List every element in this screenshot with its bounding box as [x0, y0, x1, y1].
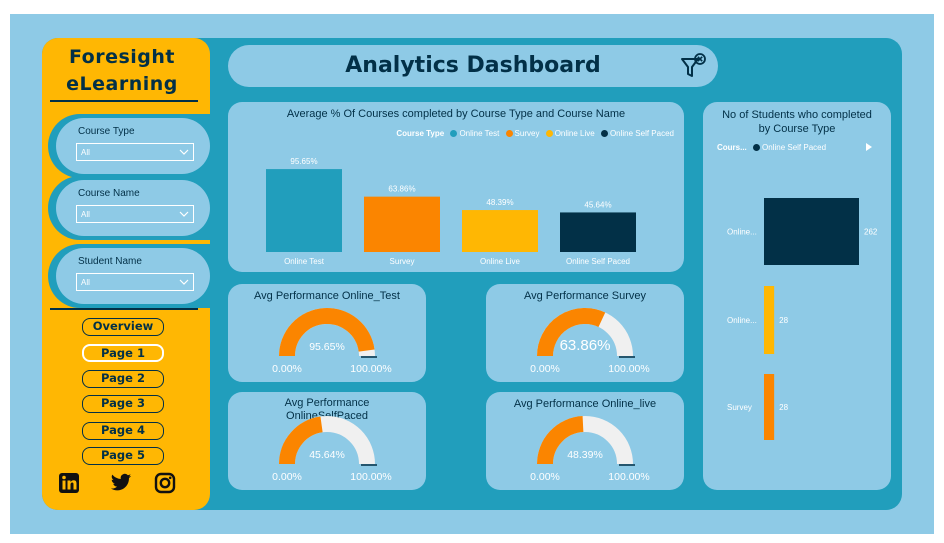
chevron-down-icon — [179, 279, 189, 285]
slicer-label: Student Name — [78, 256, 142, 267]
nav-button-page-5[interactable]: Page 5 — [82, 447, 164, 465]
bar — [764, 286, 775, 354]
students-chart-plot: Online... 262 Online... 28 Survey 28 — [727, 198, 878, 440]
gauge-value-label: 63.86% — [560, 337, 611, 354]
gauge-value-label: 48.39% — [567, 449, 603, 461]
gauge-max-label: 100.00% — [350, 363, 391, 375]
slicer-label: Course Type — [78, 126, 135, 137]
slicer-label: Course Name — [78, 188, 140, 199]
nav-button-page-3[interactable]: Page 3 — [82, 395, 164, 413]
dropdown-value: All — [81, 278, 90, 287]
gauge-max-label: 100.00% — [608, 363, 649, 375]
slicer-course-type: Course Type All — [56, 118, 210, 174]
gauge-max-label: 100.00% — [608, 471, 649, 483]
gauge-min-label: 0.00% — [530, 471, 560, 483]
gauge-value-label: 95.65% — [309, 341, 345, 353]
bar-value-label: 45.64% — [584, 200, 611, 209]
nav-button-page-1[interactable]: Page 1 — [82, 344, 164, 362]
bar-value-label: 28 — [779, 403, 788, 412]
nav-button-overview[interactable]: Overview — [82, 318, 164, 336]
nav-button-page-2[interactable]: Page 2 — [82, 370, 164, 388]
bar-value-label: 95.65% — [290, 157, 317, 166]
bar — [764, 198, 859, 265]
y-tick-label: Online... — [727, 228, 757, 237]
gauge-min-label: 0.00% — [530, 363, 560, 375]
x-tick-label: Survey — [390, 257, 415, 266]
gauge-online-self-paced: 45.64% 0.00% 100.00% — [272, 416, 392, 483]
students-completed-chart-card: No of Students who completed by Course T… — [703, 102, 891, 490]
bar — [364, 196, 440, 252]
page-title: Analytics Dashboard — [345, 53, 601, 78]
bar — [462, 210, 538, 252]
nav-divider — [50, 308, 198, 310]
y-tick-label: Online... — [727, 316, 757, 325]
bar-value-label: 28 — [779, 316, 788, 325]
instagram-icon[interactable] — [154, 472, 176, 494]
bar-chart-plot: 95.65% Online Test 63.86% Survey 48.39% Onlin… — [266, 157, 636, 266]
y-tick-label: Survey — [727, 403, 752, 412]
gauge-online-live: 48.39% 0.00% 100.00% — [530, 416, 650, 483]
gauge-card-online-live: Avg Performance Online_live 48.39% 0.00% 1… — [486, 392, 684, 490]
course-type-dropdown[interactable]: All — [76, 143, 194, 161]
gauge-card-online-test: Avg Performance Online_Test 95.65% 0.00% 1… — [228, 284, 426, 382]
gauge-survey: 63.86%0.00% 100.00% — [530, 308, 650, 375]
brand-title: Foresight eLearning — [42, 44, 202, 98]
dropdown-value: All — [81, 148, 90, 157]
gauge-card-online-self-paced: Avg Performance OnlineSelfPaced 45.64% 0.… — [228, 392, 426, 490]
header-bar: Analytics Dashboard — [228, 45, 718, 87]
course-completion-chart-card: Average % Of Courses completed by Course… — [228, 102, 684, 272]
brand-line-1: Foresight — [68, 46, 176, 68]
twitter-icon[interactable] — [110, 472, 132, 494]
clear-filter-icon[interactable] — [680, 53, 708, 81]
course-name-dropdown[interactable]: All — [76, 205, 194, 223]
gauge-max-label: 100.00% — [350, 471, 391, 483]
gauge-card-survey: Avg Performance Survey 63.86% 0.00% 100.00… — [486, 284, 684, 382]
bar — [560, 212, 636, 252]
student-name-dropdown[interactable]: All — [76, 273, 194, 291]
x-tick-label: Online Self Paced — [566, 257, 630, 266]
chevron-down-icon — [179, 211, 189, 217]
gauge-value-label: 45.64% — [309, 449, 345, 461]
nav-button-page-4[interactable]: Page 4 — [82, 422, 164, 440]
brand-line-2: eLearning — [66, 73, 178, 95]
gauge-min-label: 0.00% — [272, 471, 302, 483]
bar — [764, 374, 775, 440]
brand-divider — [50, 100, 198, 102]
x-tick-label: Online Live — [480, 257, 521, 266]
gauge-online-test: 95.65% 0.00% 100.00% — [272, 307, 392, 375]
sidebar: Foresight eLearning Course Type All Cour… — [42, 38, 210, 510]
chevron-down-icon — [179, 149, 189, 155]
bar-value-label: 48.39% — [486, 198, 513, 207]
bar-value-label: 262 — [864, 228, 878, 237]
dropdown-value: All — [81, 210, 90, 219]
gauge-min-label: 0.00% — [272, 363, 302, 375]
slicer-course-name: Course Name All — [56, 180, 210, 236]
bar-value-label: 63.86% — [388, 185, 415, 194]
linkedin-icon[interactable] — [58, 472, 80, 494]
slicer-student-name: Student Name All — [56, 248, 210, 304]
bar — [266, 169, 342, 252]
x-tick-label: Online Test — [284, 257, 325, 266]
